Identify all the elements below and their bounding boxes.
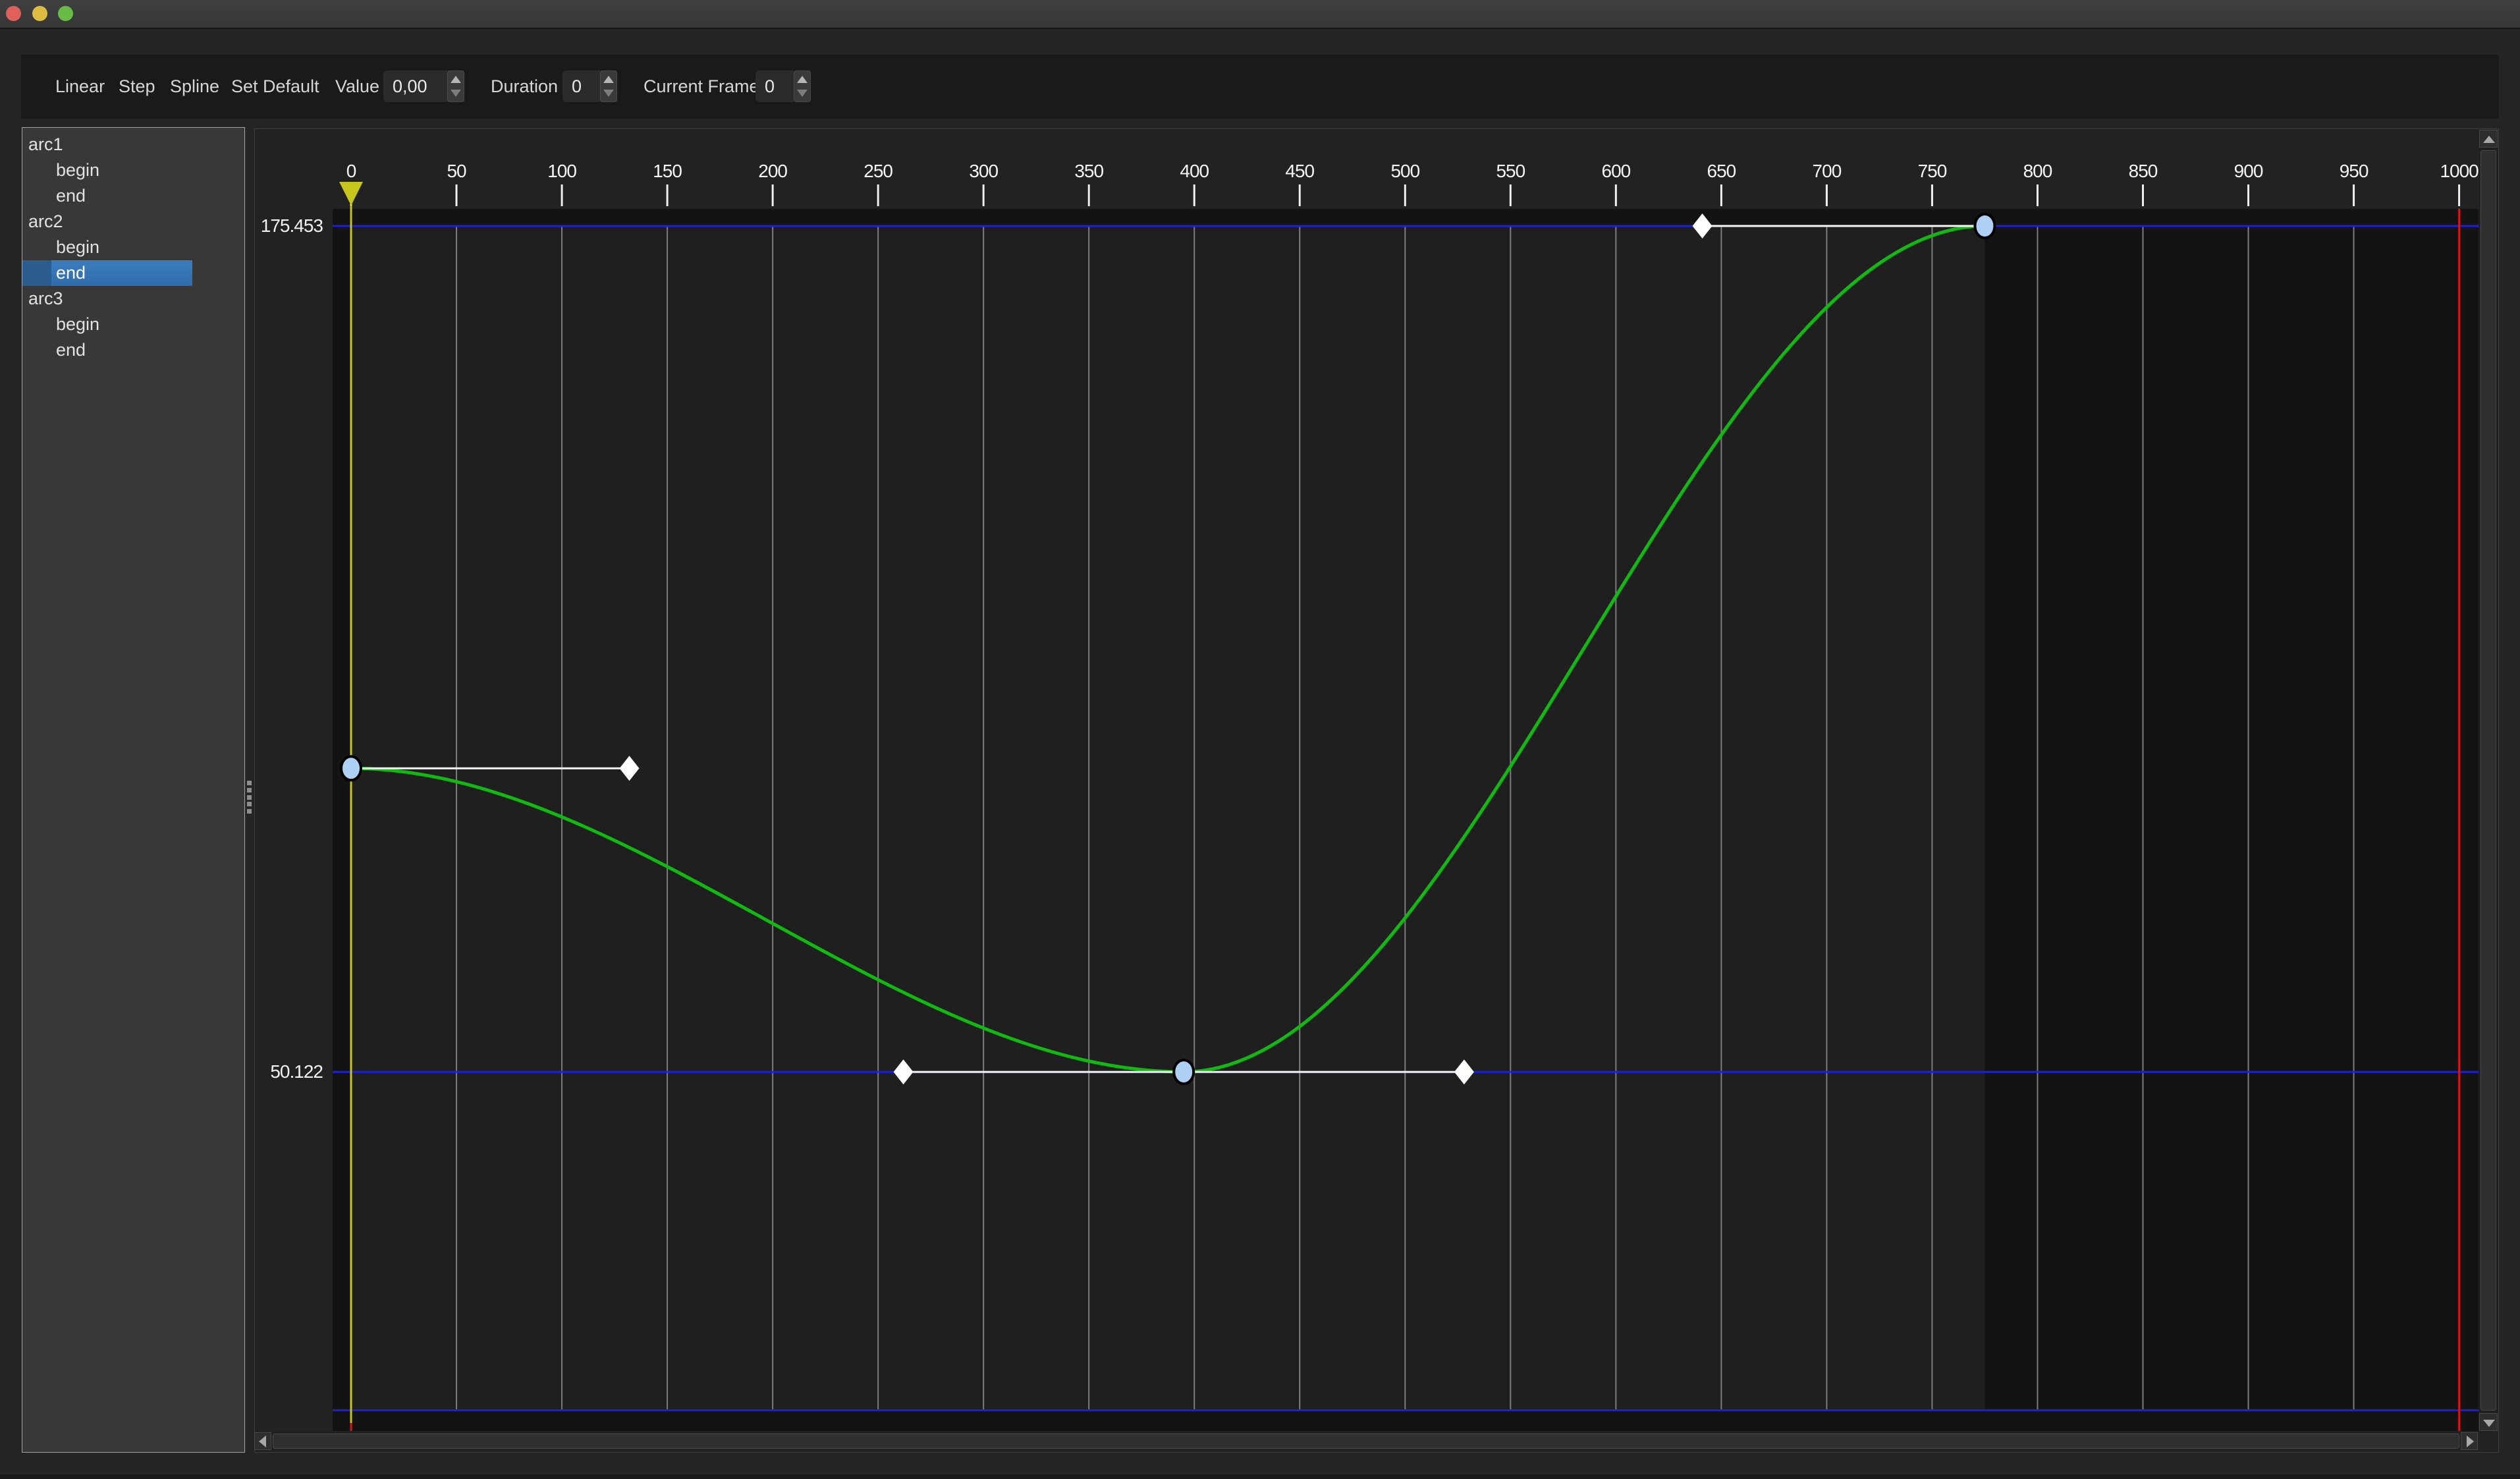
scroll-up-button[interactable] (2479, 130, 2498, 148)
arrow-right-icon (2467, 1436, 2474, 1447)
tree-item-label: begin (56, 312, 99, 337)
scroll-down-button[interactable] (2479, 1413, 2498, 1431)
keyframe-point[interactable] (341, 756, 361, 780)
tree-item-label: end (56, 260, 86, 286)
arrow-up-icon (2483, 136, 2495, 143)
linear-button[interactable]: Linear (55, 55, 105, 119)
tree-item-arc1[interactable]: arc1 (22, 132, 244, 157)
duration-input[interactable]: 0 (562, 70, 600, 102)
duration-spinner[interactable] (600, 70, 617, 102)
tree-item-end-selected[interactable]: end (22, 260, 192, 286)
tree-item-label: arc2 (28, 209, 63, 235)
step-button[interactable]: Step (119, 55, 155, 119)
spin-up-icon[interactable] (603, 76, 614, 83)
close-button[interactable] (6, 6, 21, 21)
tree-item-begin[interactable]: begin (22, 312, 244, 337)
curve-canvas[interactable] (254, 128, 2479, 1431)
window-bottom-edge (0, 1474, 2520, 1479)
zoom-button[interactable] (58, 6, 73, 21)
toolbar: Linear Step Spline Set Default Value 0,0… (21, 55, 2499, 119)
active-range-background (351, 226, 1985, 1410)
v-scrollbar-thumb[interactable] (2480, 150, 2496, 1410)
arrow-left-icon (259, 1436, 266, 1447)
title-bar (0, 0, 2520, 29)
tree-item-label: arc1 (28, 132, 63, 157)
spin-down-icon[interactable] (451, 90, 461, 97)
value-label: Value (335, 55, 379, 119)
tree-item-end[interactable]: end (22, 337, 244, 363)
keyframe-point[interactable] (1975, 214, 1994, 238)
keyframe-point[interactable] (1174, 1060, 1193, 1084)
tree-item-arc3[interactable]: arc3 (22, 286, 244, 312)
current-frame-input[interactable]: 0 (755, 70, 794, 102)
tree-item-end[interactable]: end (22, 183, 244, 209)
playhead-marker[interactable] (339, 182, 363, 206)
value-input[interactable]: 0,00 (383, 70, 447, 102)
scroll-right-button[interactable] (2461, 1432, 2478, 1450)
spin-up-icon[interactable] (451, 76, 461, 83)
spin-down-icon[interactable] (603, 90, 614, 97)
spin-down-icon[interactable] (797, 90, 808, 97)
tree-item-arc2[interactable]: arc2 (22, 209, 244, 235)
tree-item-label: end (56, 337, 86, 363)
spin-up-icon[interactable] (797, 76, 808, 83)
arrow-down-icon (2483, 1420, 2495, 1427)
minimize-button[interactable] (32, 6, 47, 21)
curve-editor-window: Linear Step Spline Set Default Value 0,0… (0, 0, 2520, 1479)
tree-item-label: begin (56, 235, 99, 260)
current-frame-spinner[interactable] (794, 70, 811, 102)
duration-label: Duration (491, 55, 558, 119)
tree-item-label: end (56, 183, 86, 209)
current-frame-label: Current Frame (644, 55, 759, 119)
spline-button[interactable]: Spline (170, 55, 219, 119)
set-default-button[interactable]: Set Default (231, 55, 319, 119)
tree-item-label: arc3 (28, 286, 63, 312)
scroll-left-button[interactable] (254, 1432, 271, 1450)
h-scrollbar-thumb[interactable] (273, 1434, 2459, 1449)
timeline-tree: arc1beginendarc2beginendarc3beginend (22, 127, 245, 1453)
tree-item-begin[interactable]: begin (22, 157, 244, 183)
value-spinner[interactable] (447, 70, 464, 102)
tree-item-begin[interactable]: begin (22, 235, 244, 260)
tree-item-label: begin (56, 157, 99, 183)
